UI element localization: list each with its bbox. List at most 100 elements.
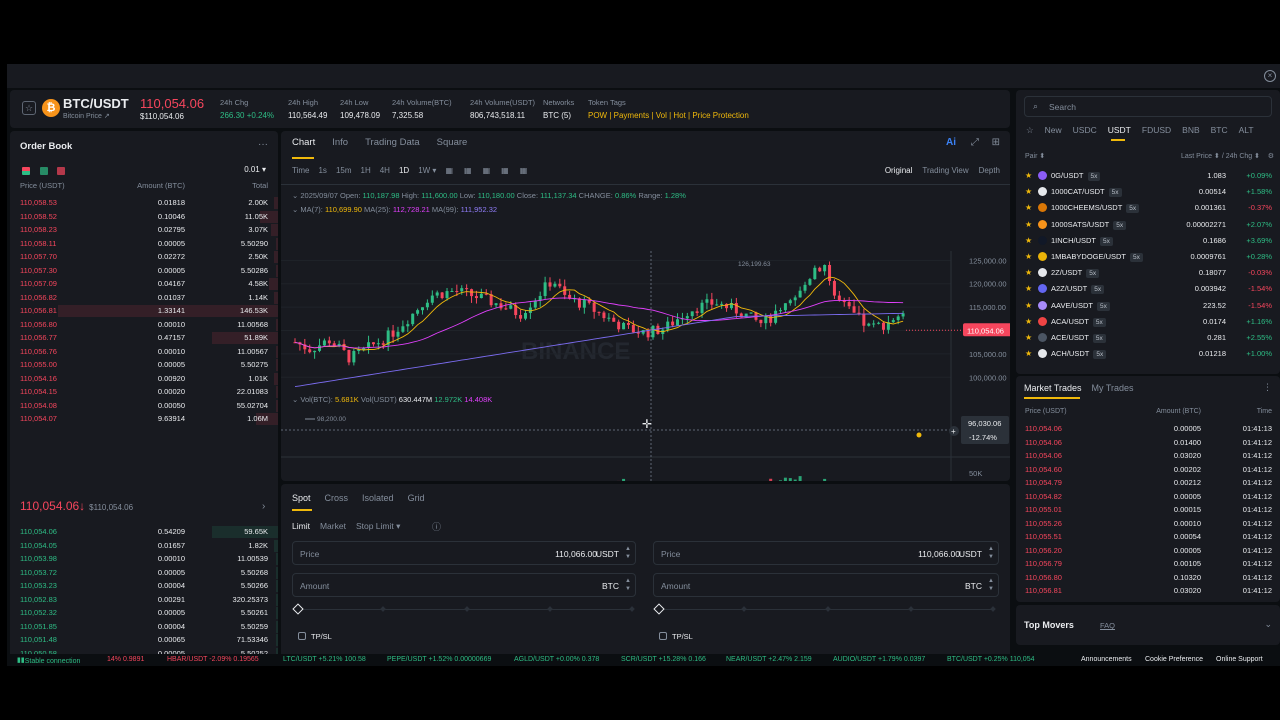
ask-row[interactable]: 110,056.81 1.33141 146.53K (10, 304, 278, 318)
market-row[interactable]: ★ 2Z/USDT 5x 0.18077 -0.03% (1016, 265, 1280, 281)
ask-row[interactable]: 110,057.70 0.02272 2.50K (10, 250, 278, 264)
bid-row[interactable]: 110,052.83 0.00291 320.25373 (10, 593, 278, 607)
bid-row[interactable]: 110,051.48 0.00065 71.53346 (10, 633, 278, 647)
more-options-icon[interactable]: ··· (258, 139, 268, 150)
book-both-view-icon[interactable] (22, 167, 30, 175)
market-row[interactable]: ★ 1000CAT/USDT 5x 0.00514 +1.58% (1016, 184, 1280, 200)
buy-price-field[interactable]: Price 110,066.00 USDT ▲ ▼ (292, 541, 636, 565)
slider-handle[interactable] (653, 603, 665, 615)
favorite-star-icon[interactable]: ★ (1025, 220, 1032, 229)
market-row[interactable]: ★ ACE/USDT 5x 0.281 +2.55% (1016, 330, 1280, 346)
ticker-item[interactable]: LTC/USDT +5.21% 100.58 (283, 656, 366, 663)
order-type-option[interactable]: Stop Limit ▾ (356, 521, 400, 531)
slider-handle[interactable] (292, 603, 304, 615)
market-tab-bnb[interactable]: BNB (1182, 125, 1199, 135)
buy-amount-slider[interactable] (292, 603, 635, 615)
book-bids-view-icon[interactable] (39, 167, 48, 175)
book-asks-view-icon[interactable] (57, 167, 66, 175)
close-icon[interactable]: × (1264, 70, 1276, 82)
ask-row[interactable]: 110,056.80 0.00010 11.00568 (10, 318, 278, 332)
bid-row[interactable]: 110,053.23 0.00004 5.50266 (10, 579, 278, 593)
buy-price-value[interactable]: 110,066.00 (555, 549, 597, 559)
market-search-input[interactable]: ⌕ Search (1024, 96, 1272, 117)
ticker-item[interactable]: AGLD/USDT +0.00% 0.378 (514, 656, 599, 663)
ask-row[interactable]: 110,054.07 9.63914 1.06M (10, 412, 278, 426)
buy-amount-field[interactable]: Amount BTC ▲ ▼ (292, 573, 636, 597)
order-type-option[interactable]: Market (320, 521, 346, 531)
market-row[interactable]: ★ 0G/USDT 5x 1.083 +0.09% (1016, 168, 1280, 184)
market-row[interactable]: ★ A2Z/USDT 5x 0.003942 -1.54% (1016, 281, 1280, 297)
sell-price-value[interactable]: 110,066.00 (918, 549, 960, 559)
footer-link[interactable]: Online Support (1216, 656, 1263, 663)
buy-tpsl-checkbox[interactable]: TP/SL (298, 632, 332, 641)
favorite-star-icon[interactable]: ★ (1025, 301, 1032, 310)
market-row[interactable]: ★ ACA/USDT 5x 0.0174 +1.16% (1016, 314, 1280, 330)
plus-icon[interactable]: + (951, 427, 956, 436)
ask-row[interactable]: 110,056.82 0.01037 1.14K (10, 291, 278, 305)
ticker-stat-value[interactable]: POW | Payments | Vol | Hot | Price Prote… (588, 111, 749, 120)
market-row[interactable]: ★ 1000SATS/USDT 5x 0.00002271 +2.07% (1016, 217, 1280, 233)
ask-row[interactable]: 110,057.30 0.00005 5.50286 (10, 264, 278, 278)
market-row[interactable]: ★ 1MBABYDOGE/USDT 5x 0.0009761 +0.28% (1016, 249, 1280, 265)
tab-grid[interactable]: Grid (408, 493, 425, 503)
ask-row[interactable]: 110,058.53 0.01818 2.00K (10, 196, 278, 210)
ask-row[interactable]: 110,055.00 0.00005 5.50275 (10, 358, 278, 372)
ticker-item[interactable]: PEPE/USDT +1.52% 0.00000669 (387, 656, 491, 663)
chevron-down-icon[interactable]: ⌄ (1264, 619, 1272, 630)
more-options-icon[interactable]: ⋮ (1263, 382, 1272, 393)
favorite-star-icon[interactable]: ★ (1025, 171, 1032, 180)
favorite-star-icon[interactable]: ★ (1025, 333, 1032, 342)
checkbox-icon[interactable] (659, 632, 667, 640)
amount-stepper-icon[interactable]: ▲ ▼ (988, 577, 994, 593)
chevron-right-icon[interactable]: › (262, 501, 265, 512)
bid-row[interactable]: 110,054.05 0.01657 1.82K (10, 539, 278, 553)
sell-price-field[interactable]: Price 110,066.00 USDT ▲ ▼ (653, 541, 999, 565)
ask-row[interactable]: 110,056.76 0.00010 11.00567 (10, 345, 278, 359)
market-tab-alt[interactable]: ALT (1239, 125, 1254, 135)
favorite-star-icon[interactable]: ★ (1025, 236, 1032, 245)
market-tab-btc[interactable]: BTC (1211, 125, 1228, 135)
favorite-star-icon[interactable]: ★ (1025, 268, 1032, 277)
footer-link[interactable]: Cookie Preference (1145, 656, 1203, 663)
ticker-item[interactable]: BTC/USDT +0.25% 110,054 (947, 656, 1034, 663)
ticker-item[interactable]: SCR/USDT +15.28% 0.166 (621, 656, 706, 663)
checkbox-icon[interactable] (298, 632, 306, 640)
order-type-option[interactable]: Limit (292, 521, 310, 531)
info-icon[interactable]: ⓘ (432, 520, 441, 533)
tab-market-trades[interactable]: Market Trades (1024, 383, 1082, 393)
amount-stepper-icon[interactable]: ▲ ▼ (625, 577, 631, 593)
price-stepper-icon[interactable]: ▲ ▼ (625, 545, 631, 561)
price-stepper-icon[interactable]: ▲ ▼ (988, 545, 994, 561)
favorite-star-icon[interactable]: ☆ (22, 101, 36, 115)
tab-my-trades[interactable]: My Trades (1092, 383, 1134, 393)
ticker-item[interactable]: AUDIO/USDT +1.79% 0.0397 (833, 656, 925, 663)
tab-spot[interactable]: Spot (292, 493, 311, 503)
ask-row[interactable]: 110,058.11 0.00005 5.50290 (10, 237, 278, 251)
favorite-star-icon[interactable]: ★ (1025, 252, 1032, 261)
tick-size-select[interactable]: 0.01 ▾ (244, 165, 266, 174)
favorite-star-icon[interactable]: ★ (1025, 349, 1032, 358)
ask-row[interactable]: 110,054.15 0.00020 22.01083 (10, 385, 278, 399)
bid-row[interactable]: 110,053.72 0.00005 5.50268 (10, 566, 278, 580)
bid-row[interactable]: 110,051.85 0.00004 5.50259 (10, 620, 278, 634)
ask-row[interactable]: 110,056.77 0.47157 51.89K (10, 331, 278, 345)
ticker-stat-value[interactable]: BTC (5) (543, 111, 574, 120)
ask-row[interactable]: 110,057.09 0.04167 4.58K (10, 277, 278, 291)
market-tab-new[interactable]: New (1045, 125, 1062, 135)
market-tab-fdusd[interactable]: FDUSD (1142, 125, 1171, 135)
sell-tpsl-checkbox[interactable]: TP/SL (659, 632, 693, 641)
ticker-item[interactable]: HBAR/USDT -2.09% 0.19565 (167, 656, 259, 663)
faq-link[interactable]: FAQ (1100, 621, 1115, 630)
favorite-star-icon[interactable]: ★ (1025, 203, 1032, 212)
last-price-column-header[interactable]: Last Price ⬍ / 24h Chg ⬍ (1181, 152, 1260, 160)
bitcoin-price-link[interactable]: Bitcoin Price ↗ (63, 112, 110, 120)
market-row[interactable]: ★ ACH/USDT 5x 0.01218 +1.00% (1016, 346, 1280, 362)
market-row[interactable]: ★ 1000CHEEMS/USDT 5x 0.001361 -0.37% (1016, 200, 1280, 216)
ask-row[interactable]: 110,054.08 0.00050 55.02704 (10, 399, 278, 413)
settings-icon[interactable]: ⚙ (1268, 152, 1274, 160)
ticker-item[interactable]: 14% 0.9891 (107, 656, 144, 663)
favorites-star-icon[interactable]: ☆ (1026, 125, 1034, 135)
ticker-item[interactable]: NEAR/USDT +2.47% 2.159 (726, 656, 812, 663)
footer-link[interactable]: Announcements (1081, 656, 1132, 663)
market-tab-usdt[interactable]: USDT (1108, 125, 1131, 135)
